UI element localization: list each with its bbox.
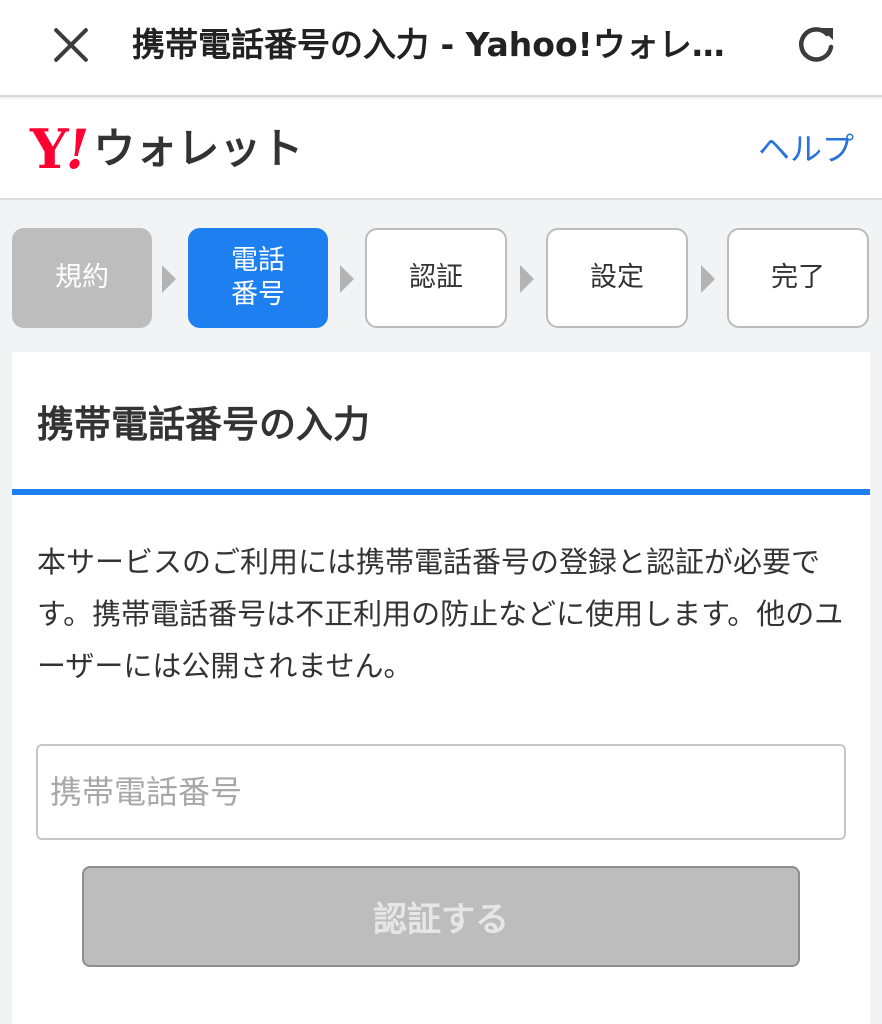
yahoo-wallet-logo[interactable]: Y ! ウォレット (30, 119, 303, 179)
browser-title: 携帯電話番号の入力 - Yahoo!ウォレ… (132, 25, 725, 64)
close-icon[interactable] (46, 20, 96, 70)
description-text: 本サービスのご利用には携帯電話番号の登録と認証が必要です。携帯電話番号は不正利用… (37, 545, 844, 683)
logo-text: ウォレット (93, 124, 304, 173)
browser-toolbar: 携帯電話番号の入力 - Yahoo!ウォレ… (0, 0, 882, 97)
reload-icon[interactable] (791, 20, 841, 70)
step-settings: 設定 (546, 228, 688, 328)
title-divider (12, 489, 870, 495)
app-header: Y ! ウォレット ヘルプ (0, 99, 882, 200)
phone-number-input[interactable] (36, 744, 846, 840)
page-title: 携帯電話番号の入力 (37, 403, 370, 446)
step-arrow-icon (520, 265, 534, 293)
progress-steps: 規約 電話 番号 認証 設定 完了 (0, 202, 882, 352)
step-verification: 認証 (365, 228, 507, 328)
step-arrow-icon (162, 265, 176, 293)
logo-bang: ! (65, 117, 90, 181)
step-terms: 規約 (12, 228, 152, 328)
verify-button[interactable]: 認証する (82, 866, 800, 967)
logo-y: Y (30, 117, 69, 181)
help-link[interactable]: ヘルプ (758, 127, 854, 171)
step-arrow-icon (701, 265, 715, 293)
step-complete: 完了 (727, 228, 869, 328)
step-phone-number: 電話 番号 (188, 228, 328, 328)
phone-entry-card: 携帯電話番号の入力 本サービスのご利用には携帯電話番号の登録と認証が必要です。携… (12, 352, 870, 1024)
step-arrow-icon (340, 265, 354, 293)
